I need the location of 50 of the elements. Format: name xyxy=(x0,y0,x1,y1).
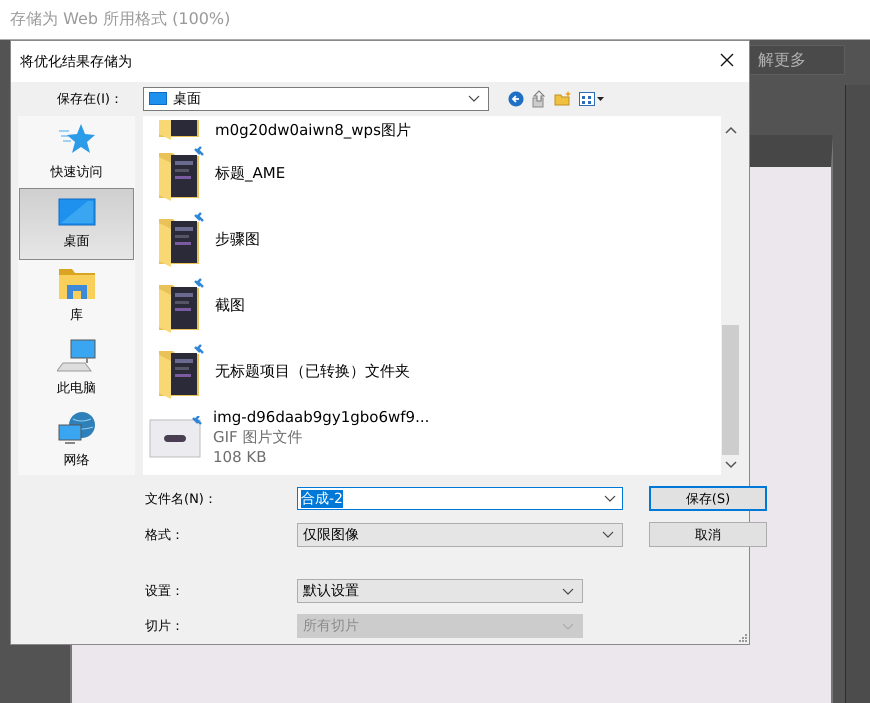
sidebar-item[interactable]: 桌面 xyxy=(19,188,134,260)
file-name-label: 文件名(N)： xyxy=(145,490,218,508)
folder-icon xyxy=(58,268,96,300)
file-name: 截图 xyxy=(215,296,245,314)
slices-label: 切片： xyxy=(145,618,185,635)
dropdown-caret-icon xyxy=(604,495,616,502)
cancel-button[interactable]: 取消 xyxy=(649,522,767,547)
up-folder-icon[interactable] xyxy=(531,90,547,108)
monitor-icon xyxy=(58,198,96,226)
file-name: img-d96daab9gy1gbo6wf9... xyxy=(213,407,430,427)
file-name: m0g20dw0aiwn8_wps图片 xyxy=(215,121,411,140)
sidebar-item[interactable]: 此电脑 xyxy=(19,332,134,404)
file-name: 标题_AME xyxy=(215,164,286,182)
back-icon[interactable] xyxy=(508,90,524,106)
close-icon xyxy=(720,53,734,67)
sidebar-item[interactable]: 库 xyxy=(19,260,134,332)
format-label: 格式： xyxy=(145,526,185,544)
file-name: 无标题项目（已转换）文件夹 xyxy=(215,362,410,380)
settings-label: 设置： xyxy=(145,583,185,600)
file-item[interactable]: m0g20dw0aiwn8_wps图片 xyxy=(143,116,721,140)
file-item[interactable]: 步骤图 xyxy=(143,206,721,272)
save-in-dropdown[interactable]: 桌面 xyxy=(143,86,489,110)
file-name: 步骤图 xyxy=(215,230,260,248)
scroll-down-icon[interactable] xyxy=(724,461,736,469)
sidebar-item[interactable]: 网络 xyxy=(19,404,134,476)
file-size: 108 KB xyxy=(213,447,268,467)
save-button[interactable]: 保存(S) xyxy=(649,486,767,511)
file-name-field[interactable]: 合成-2 xyxy=(297,487,623,510)
globe-monitor-icon xyxy=(56,411,96,445)
dropdown-caret-icon xyxy=(602,531,614,538)
file-type: GIF 图片文件 xyxy=(213,427,304,447)
dialog-title: 将优化结果存储为 xyxy=(20,52,132,70)
window-title: 存储为 Web 所用格式 (100%) xyxy=(10,9,230,30)
dropdown-caret-icon xyxy=(562,622,574,630)
dropdown-caret-icon xyxy=(562,588,574,594)
resize-grip-icon[interactable] xyxy=(738,633,747,642)
file-item[interactable]: 截图 xyxy=(143,272,721,338)
sidebar-item[interactable]: 快速访问 xyxy=(19,116,134,188)
dropdown-caret-icon xyxy=(468,95,480,102)
save-in-label: 保存在(I)： xyxy=(57,90,124,108)
format-dropdown[interactable]: 仅限图像 xyxy=(297,522,623,546)
monitor-icon xyxy=(149,92,167,105)
file-item[interactable]: img-d96daab9gy1gbo6wf9... GIF 图片文件 108 KB xyxy=(143,404,721,470)
new-folder-icon[interactable] xyxy=(554,91,572,106)
computer-icon xyxy=(56,339,96,373)
file-item[interactable]: 标题_AME xyxy=(143,140,721,206)
settings-dropdown[interactable]: 默认设置 xyxy=(297,579,583,603)
view-menu-icon[interactable] xyxy=(579,92,605,106)
file-item[interactable]: 无标题项目（已转换）文件夹 xyxy=(143,338,721,404)
scroll-up-icon[interactable] xyxy=(724,126,736,134)
